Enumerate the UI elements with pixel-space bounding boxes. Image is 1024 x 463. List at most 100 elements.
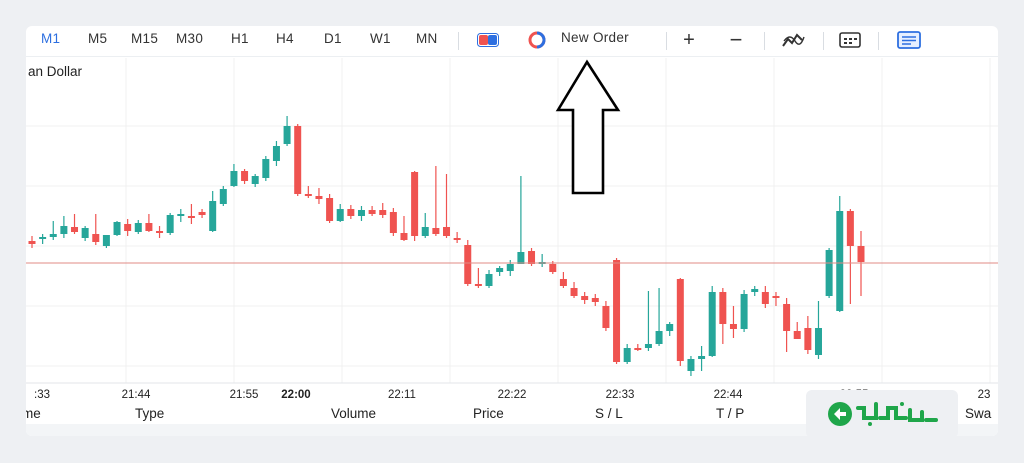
time-tick-label: 22:00 (281, 389, 310, 401)
trading-app-window: M1 M5 M15 M30 H1 H4 D1 W1 MN New Order +… (26, 26, 998, 436)
candle-body (814, 328, 822, 355)
column-time: me (26, 406, 41, 421)
candle-body (613, 260, 621, 362)
timeframe-m1[interactable]: M1 (41, 31, 60, 46)
timeframe-m30[interactable]: M30 (176, 31, 203, 46)
candle (836, 196, 844, 312)
candle-body (113, 222, 121, 235)
candle (825, 248, 833, 298)
indicators-icon[interactable] (781, 31, 805, 49)
time-tick-label: 22:22 (498, 389, 527, 401)
candle (134, 220, 142, 234)
timeframe-m5[interactable]: M5 (88, 31, 107, 46)
candle-body (92, 234, 100, 242)
candle-body (591, 298, 599, 302)
zoom-out-icon[interactable]: − (726, 27, 746, 52)
candle-body (28, 241, 36, 244)
candle-body (464, 245, 472, 284)
candle (666, 322, 674, 336)
one-click-trading-icon[interactable] (477, 31, 499, 49)
candle (719, 288, 727, 344)
candle (581, 292, 589, 304)
candle-body (666, 324, 674, 331)
candle (187, 204, 195, 224)
timeframe-d1[interactable]: D1 (324, 31, 342, 46)
candle-body (294, 126, 302, 194)
candle-body (783, 304, 791, 331)
candle-body (39, 237, 47, 239)
candle-body (729, 324, 737, 329)
candle (783, 298, 791, 352)
candle (761, 286, 769, 308)
candle-body (400, 233, 408, 240)
toolbar-divider (823, 32, 824, 50)
candle-body (209, 201, 217, 231)
candle (336, 204, 344, 222)
candle (49, 221, 57, 240)
column-swap: Swa (965, 406, 992, 421)
candle-body (166, 215, 174, 233)
candle-body (485, 274, 493, 286)
candle-body (570, 288, 578, 296)
new-order-icon[interactable] (526, 31, 548, 49)
candle (708, 286, 716, 357)
candle-body (368, 210, 376, 214)
candle-body (644, 344, 652, 348)
candle-body (251, 176, 259, 184)
candle (655, 288, 663, 346)
candle (326, 194, 334, 223)
candle-body (549, 264, 557, 272)
candle (814, 301, 822, 359)
candle-body (241, 171, 249, 181)
chart-toolbar: M1 M5 M15 M30 H1 H4 D1 W1 MN New Order +… (26, 26, 998, 57)
new-order-button[interactable]: New Order (561, 30, 629, 45)
candle (432, 166, 440, 236)
candle (251, 174, 259, 187)
time-tick-label: 22:33 (606, 389, 635, 401)
toolbar-divider (878, 32, 879, 50)
candle (687, 356, 695, 376)
candle (198, 209, 206, 218)
time-tick-label: 21:44 (122, 389, 151, 401)
candle-body (474, 284, 482, 286)
candle-body (145, 223, 153, 231)
candle (262, 156, 270, 181)
calendar-icon[interactable] (839, 31, 861, 49)
candle-body (698, 356, 706, 359)
candle-body (315, 196, 323, 199)
candle-body (230, 171, 238, 186)
candle-body (857, 246, 865, 262)
time-tick-label: :33 (34, 389, 50, 401)
time-tick-label: 22:11 (388, 389, 416, 401)
timeframe-m15[interactable]: M15 (131, 31, 158, 46)
candle-body (719, 292, 727, 324)
candle-body (836, 211, 844, 311)
candle (145, 214, 153, 232)
timeframe-h1[interactable]: H1 (231, 31, 249, 46)
toolbar-divider (458, 32, 459, 50)
candle (368, 206, 376, 216)
news-icon[interactable] (897, 31, 921, 49)
candle (39, 234, 47, 244)
candle (517, 176, 525, 264)
candle (613, 258, 621, 364)
timeframe-h4[interactable]: H4 (276, 31, 294, 46)
candle-body (283, 126, 291, 144)
candle (347, 205, 355, 219)
zoom-in-icon[interactable]: + (679, 29, 699, 51)
candle-body (81, 228, 89, 238)
timeframe-w1[interactable]: W1 (370, 31, 391, 46)
timeframe-mn[interactable]: MN (416, 31, 438, 46)
candle-body (772, 296, 780, 298)
candle-body (357, 210, 365, 216)
candle (60, 216, 68, 238)
candle (283, 116, 291, 146)
time-tick-label: 21:55 (230, 389, 259, 401)
candle (411, 171, 419, 241)
candle (559, 272, 567, 288)
time-tick-label: 22:44 (714, 389, 743, 401)
price-chart[interactable]: :3321:4421:5522:0022:1122:2222:3322:4422… (26, 58, 998, 404)
candle (793, 322, 801, 339)
candle-body (177, 214, 185, 216)
candle-body (102, 235, 110, 246)
